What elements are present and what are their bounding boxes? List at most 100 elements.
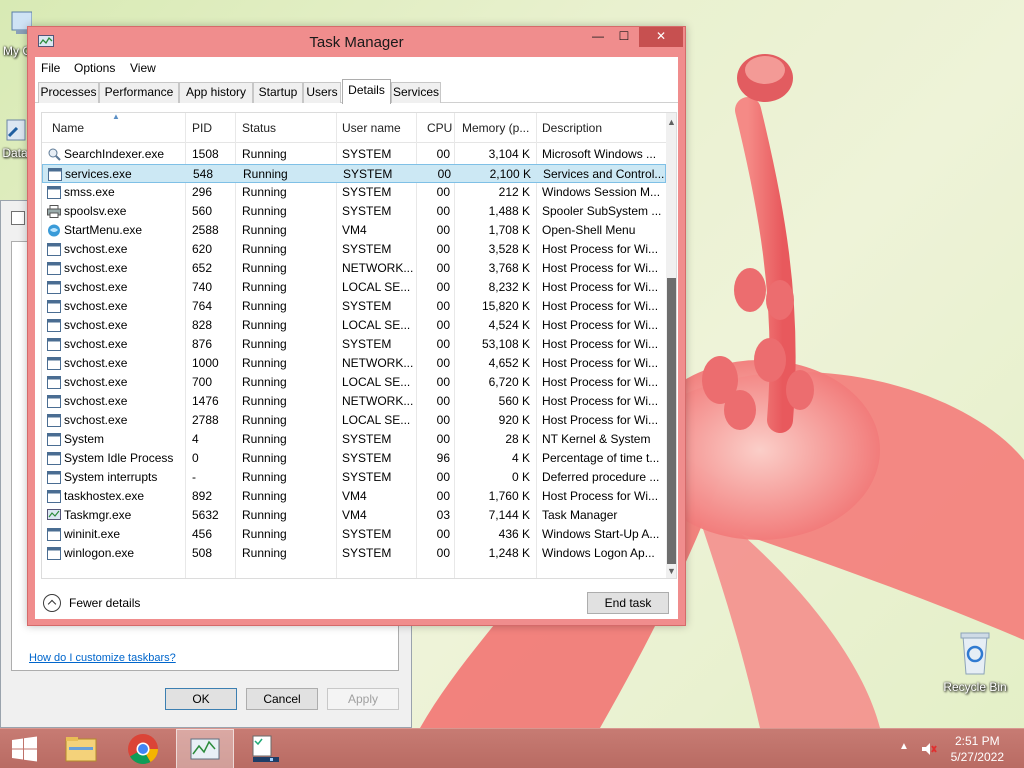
cell-cpu: 00	[436, 413, 450, 427]
cell-pid: 620	[192, 242, 213, 256]
table-row[interactable]: svchost.exe 652 Running NETWORK... 00 3,768 K…	[42, 259, 666, 278]
speaker-muted-icon[interactable]	[920, 740, 938, 758]
table-row[interactable]: svchost.exe 2788 Running LOCAL SE... 00 920 K…	[42, 411, 666, 430]
cell-desc: Open-Shell Menu	[542, 223, 636, 237]
column-header-cpu[interactable]: CPU	[427, 121, 452, 135]
taskbar-file-explorer[interactable]	[56, 729, 106, 768]
window-app-icon	[47, 262, 61, 275]
column-header-name[interactable]: Name	[52, 121, 84, 135]
windows-logo-icon	[12, 736, 37, 762]
table-row[interactable]: svchost.exe 700 Running LOCAL SE... 00 6,720 …	[42, 373, 666, 392]
table-row[interactable]: svchost.exe 828 Running LOCAL SE... 00 4,524 …	[42, 316, 666, 335]
table-row[interactable]: Taskmgr.exe 5632 Running VM4 03 7,144 K Task M…	[42, 506, 666, 525]
table-row[interactable]: spoolsv.exe 560 Running SYSTEM 00 1,488 K Spoo…	[42, 202, 666, 221]
table-row[interactable]: System 4 Running SYSTEM 00 28 K NT Kernel & Sy…	[42, 430, 666, 449]
cell-status: Running	[242, 299, 287, 313]
cell-mem: 4,524 K	[488, 318, 530, 332]
vertical-scrollbar[interactable]: ▲ ▼	[666, 113, 676, 578]
cell-cpu: 00	[436, 223, 450, 237]
scrollbar-thumb[interactable]	[667, 278, 676, 564]
cell-status: Running	[242, 546, 287, 560]
column-header-memory[interactable]: Memory (p...	[462, 121, 529, 135]
table-row[interactable]: SearchIndexer.exe 1508 Running SYSTEM 00 3,10…	[42, 145, 666, 164]
task-manager-icon	[47, 509, 61, 522]
apply-button[interactable]: Apply	[327, 688, 399, 710]
scroll-up-icon[interactable]: ▲	[666, 117, 676, 127]
cell-name: System	[64, 432, 105, 446]
table-row[interactable]: svchost.exe 740 Running LOCAL SE... 00 8,232 …	[42, 278, 666, 297]
table-header: ▲ Name PID Status User name CPU Memory (…	[42, 113, 666, 143]
menu-file[interactable]: File	[41, 61, 60, 75]
cell-desc: Percentage of time t...	[542, 451, 660, 465]
window-app-icon	[48, 168, 62, 181]
end-task-button[interactable]: End task	[587, 592, 669, 614]
start-button[interactable]	[0, 729, 48, 768]
cell-status: Running	[242, 261, 287, 275]
cell-mem: 4,652 K	[488, 356, 530, 370]
scroll-down-icon[interactable]: ▼	[666, 566, 676, 576]
taskbar-chrome[interactable]	[116, 729, 170, 768]
table-row[interactable]: StartMenu.exe 2588 Running VM4 00 1,708 K Open…	[42, 221, 666, 240]
desktop-icon-recycle-bin[interactable]: Recycle Bin	[940, 630, 1010, 694]
window-app-icon	[47, 338, 61, 351]
tab-users[interactable]: Users	[303, 82, 341, 103]
window-client: File Options View Processes Performance …	[35, 57, 678, 619]
taskbar-task-manager[interactable]	[176, 729, 234, 768]
cell-status: Running	[242, 223, 287, 237]
tab-processes[interactable]: Processes	[38, 82, 99, 103]
show-hidden-icons-icon[interactable]: ▲	[899, 741, 909, 752]
tab-details[interactable]: Details	[342, 79, 391, 104]
close-button[interactable]: ✕	[639, 27, 683, 47]
table-row[interactable]: svchost.exe 1476 Running NETWORK... 00 560 K H…	[42, 392, 666, 411]
menu-view[interactable]: View	[130, 61, 156, 75]
column-header-pid[interactable]: PID	[192, 121, 212, 135]
cancel-button[interactable]: Cancel	[246, 688, 318, 710]
tab-app-history[interactable]: App history	[179, 82, 253, 103]
cell-status: Running	[242, 489, 287, 503]
checkbox[interactable]	[11, 211, 25, 225]
cell-cpu: 96	[436, 451, 450, 465]
table-row[interactable]: System Idle Process 0 Running SYSTEM 96 4 K Pe…	[42, 449, 666, 468]
menu-options[interactable]: Options	[74, 61, 115, 75]
cell-pid: 296	[192, 185, 213, 199]
table-row[interactable]: winlogon.exe 508 Running SYSTEM 00 1,248 K Win…	[42, 544, 666, 563]
column-header-status[interactable]: Status	[242, 121, 276, 135]
table-row[interactable]: svchost.exe 764 Running SYSTEM 00 15,820 K Hos…	[42, 297, 666, 316]
ok-button[interactable]: OK	[165, 688, 237, 710]
taskbar-properties[interactable]	[240, 729, 290, 768]
column-header-description[interactable]: Description	[542, 121, 602, 135]
tab-services[interactable]: Services	[391, 82, 441, 103]
desktop-icon-data[interactable]: Data	[0, 118, 30, 160]
cell-cpu: 00	[436, 299, 450, 313]
minimize-button[interactable]: —	[585, 27, 611, 47]
system-clock[interactable]: 2:51 PM 5/27/2022	[951, 733, 1004, 765]
cell-user: SYSTEM	[342, 299, 392, 313]
maximize-button[interactable]: ☐	[611, 27, 637, 47]
tab-performance[interactable]: Performance	[99, 82, 179, 103]
tab-startup[interactable]: Startup	[253, 82, 303, 103]
cell-user: VM4	[342, 508, 367, 522]
cell-name: svchost.exe	[64, 394, 128, 408]
table-row[interactable]: System interrupts - Running SYSTEM 00 0 K Defe…	[42, 468, 666, 487]
table-row[interactable]: svchost.exe 1000 Running NETWORK... 00 4,652 …	[42, 354, 666, 373]
cell-status: Running	[242, 527, 287, 541]
cell-mem: 28 K	[505, 432, 530, 446]
cell-desc: Host Process for Wi...	[542, 261, 659, 275]
column-header-user[interactable]: User name	[342, 121, 401, 135]
help-link[interactable]: How do I customize taskbars?	[29, 652, 176, 664]
cell-name: taskhostex.exe	[64, 489, 145, 503]
title-bar[interactable]: Task Manager — ☐ ✕	[28, 27, 685, 57]
table-row[interactable]: taskhostex.exe 892 Running VM4 00 1,760 K Host…	[42, 487, 666, 506]
table-row-selected[interactable]: services.exe 548 Running SYSTEM 00 2,100 K Ser…	[42, 164, 666, 183]
taskbar: ▲ 2:51 PM 5/27/2022	[0, 728, 1024, 768]
fewer-details-button[interactable]: Fewer details	[43, 594, 243, 614]
cell-cpu: 00	[436, 318, 450, 332]
table-row[interactable]: wininit.exe 456 Running SYSTEM 00 436 K Window…	[42, 525, 666, 544]
table-row[interactable]: svchost.exe 876 Running SYSTEM 00 53,108 K Hos…	[42, 335, 666, 354]
cell-mem: 15,820 K	[481, 299, 530, 313]
table-row[interactable]: smss.exe 296 Running SYSTEM 00 212 K Windows S…	[42, 183, 666, 202]
window-app-icon	[47, 319, 61, 332]
window-app-icon	[47, 433, 61, 446]
table-row[interactable]: svchost.exe 620 Running SYSTEM 00 3,528 K Host…	[42, 240, 666, 259]
cell-mem: 3,104 K	[488, 147, 530, 161]
